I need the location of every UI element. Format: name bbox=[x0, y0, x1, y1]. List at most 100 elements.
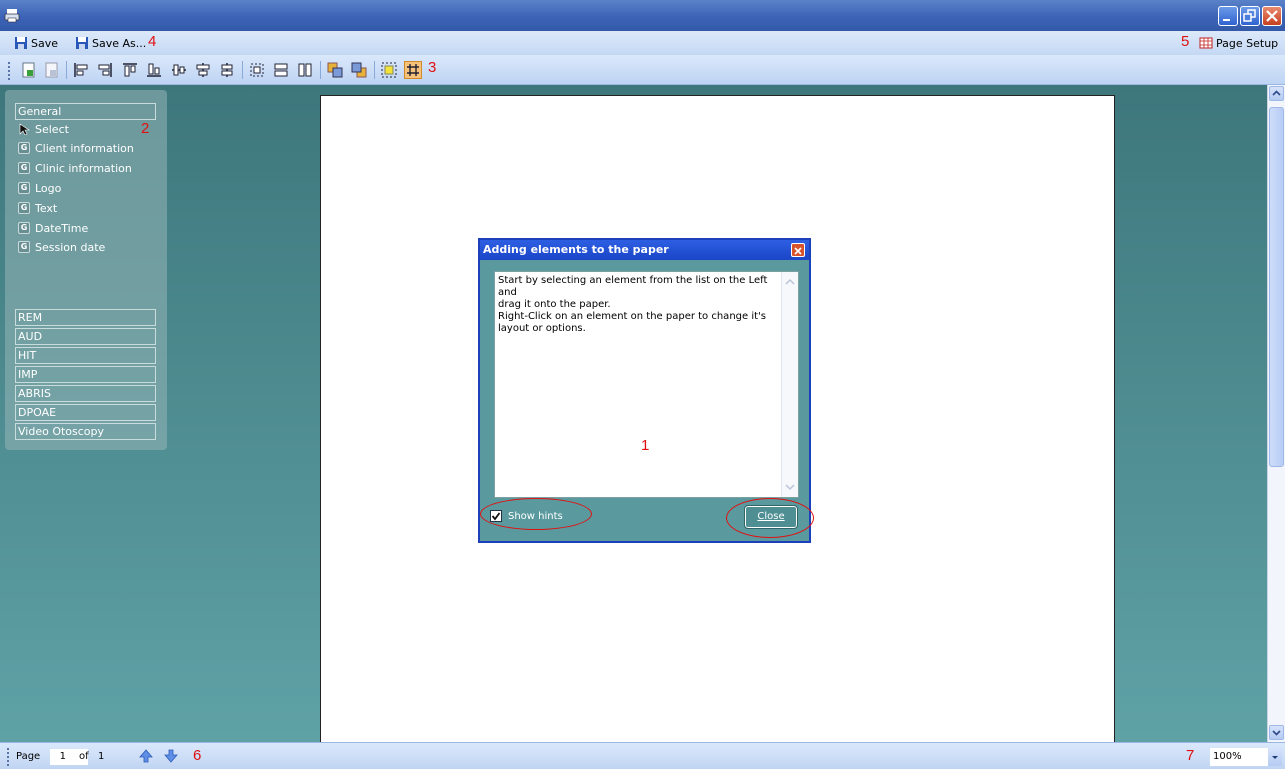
annotation-marker-4: 4 bbox=[148, 33, 157, 50]
align-middle-button[interactable] bbox=[170, 61, 188, 79]
close-window-button[interactable] bbox=[1262, 6, 1282, 26]
distribute-icon bbox=[221, 63, 233, 77]
palette-item-label: Text bbox=[35, 201, 58, 215]
same-height-button[interactable] bbox=[272, 61, 290, 79]
annotation-marker-1: 1 bbox=[641, 437, 650, 454]
send-to-back-button[interactable] bbox=[350, 61, 368, 79]
element-palette: General 2 Select G Client information G … bbox=[5, 90, 167, 450]
menu-bar: Save Save As... 4 5 Page Setup bbox=[0, 31, 1285, 55]
category-rem[interactable]: REM bbox=[15, 309, 156, 326]
category-hit[interactable]: HIT bbox=[15, 347, 156, 364]
annotation-marker-7: 7 bbox=[1186, 747, 1195, 764]
category-imp[interactable]: IMP bbox=[15, 366, 156, 383]
bring-to-front-button[interactable] bbox=[326, 61, 344, 79]
total-pages: 1 bbox=[98, 751, 105, 762]
previous-page-arrow-icon[interactable] bbox=[138, 748, 154, 764]
category-dpoae[interactable]: DPOAE bbox=[15, 404, 156, 421]
align-center-button[interactable] bbox=[194, 61, 212, 79]
save-as-button[interactable]: Save As... bbox=[75, 35, 146, 51]
palette-item-client-information[interactable]: G Client information bbox=[18, 140, 134, 156]
annotation-marker-3: 3 bbox=[428, 59, 437, 76]
statusbar-grip[interactable] bbox=[7, 748, 9, 766]
chevron-up-icon bbox=[785, 278, 795, 285]
align-middle-icon bbox=[172, 64, 186, 76]
toolbar-separator bbox=[242, 61, 243, 79]
chevron-down-icon bbox=[1272, 730, 1281, 736]
dialog-title: Adding elements to the paper bbox=[483, 243, 669, 256]
dialog-close-button[interactable] bbox=[791, 243, 805, 257]
category-general[interactable]: General bbox=[15, 103, 156, 120]
g-icon: G bbox=[18, 241, 30, 253]
palette-item-session-date[interactable]: G Session date bbox=[18, 239, 105, 255]
vertical-scrollbar[interactable] bbox=[1267, 85, 1285, 742]
chevron-up-icon bbox=[1272, 90, 1281, 96]
scroll-up-button[interactable] bbox=[1269, 86, 1284, 101]
palette-item-label: Client information bbox=[35, 141, 134, 155]
same-width-button[interactable] bbox=[296, 61, 314, 79]
align-bottom-button[interactable] bbox=[145, 61, 163, 79]
annotation-ellipse bbox=[726, 498, 814, 538]
hints-dialog: Adding elements to the paper Start by se… bbox=[478, 238, 814, 543]
distribute-button[interactable] bbox=[218, 61, 236, 79]
delete-page-button[interactable] bbox=[43, 61, 61, 79]
hint-line: Right-Click on an element on the paper t… bbox=[498, 311, 766, 322]
restore-icon bbox=[1243, 9, 1256, 22]
palette-item-datetime[interactable]: G DateTime bbox=[18, 220, 88, 236]
category-video-otoscopy[interactable]: Video Otoscopy bbox=[15, 423, 156, 440]
save-button[interactable]: Save bbox=[14, 35, 58, 51]
page-setup-label: Page Setup bbox=[1216, 36, 1279, 50]
status-bar: Page 1 of 1 6 7 100% bbox=[0, 742, 1285, 769]
g-icon: G bbox=[18, 162, 30, 174]
new-page-button[interactable] bbox=[20, 61, 38, 79]
hint-textarea[interactable]: Start by selecting an element from the l… bbox=[494, 271, 799, 498]
palette-item-logo[interactable]: G Logo bbox=[18, 180, 61, 196]
minimize-button[interactable] bbox=[1218, 6, 1238, 26]
align-top-button[interactable] bbox=[121, 61, 139, 79]
grid-icon bbox=[407, 64, 419, 76]
g-icon: G bbox=[18, 202, 30, 214]
floppy-disk-icon bbox=[76, 37, 88, 49]
palette-item-label: Logo bbox=[35, 181, 62, 195]
next-page-arrow-icon[interactable] bbox=[163, 748, 179, 764]
printer-icon bbox=[4, 9, 20, 23]
align-right-icon bbox=[98, 63, 112, 77]
page-setup-icon bbox=[1199, 37, 1213, 49]
palette-item-text[interactable]: G Text bbox=[18, 200, 57, 216]
annotation-marker-5: 5 bbox=[1181, 33, 1190, 50]
save-as-label: Save As... bbox=[92, 36, 147, 50]
toolbar-grip[interactable] bbox=[8, 62, 10, 80]
g-icon: G bbox=[18, 222, 30, 234]
of-label: of bbox=[79, 751, 89, 762]
dialog-title-bar[interactable]: Adding elements to the paper bbox=[480, 240, 809, 260]
zoom-dropdown-button[interactable] bbox=[1268, 748, 1282, 766]
category-aud[interactable]: AUD bbox=[15, 328, 156, 345]
same-size-button[interactable] bbox=[248, 61, 266, 79]
zoom-select[interactable]: 100% bbox=[1210, 748, 1282, 766]
restore-button[interactable] bbox=[1240, 6, 1260, 26]
close-icon bbox=[1266, 10, 1278, 22]
scroll-thumb[interactable] bbox=[1269, 107, 1284, 467]
hint-line: drag it onto the paper. bbox=[498, 299, 611, 310]
select-all-button[interactable] bbox=[380, 61, 398, 79]
hint-line: Start by selecting an element from the l… bbox=[498, 275, 768, 298]
align-right-button[interactable] bbox=[96, 61, 114, 79]
hint-line: layout or options. bbox=[498, 323, 586, 334]
hint-scrollbar[interactable] bbox=[781, 272, 798, 497]
page-setup-button[interactable]: Page Setup bbox=[1199, 35, 1278, 51]
toolbar-separator bbox=[320, 61, 321, 79]
palette-item-select[interactable]: Select bbox=[18, 121, 69, 137]
send-to-back-icon bbox=[351, 62, 367, 78]
scroll-down-button[interactable] bbox=[1269, 725, 1284, 740]
chevron-down-icon bbox=[785, 484, 795, 491]
toolbar-separator bbox=[374, 61, 375, 79]
same-height-icon bbox=[274, 63, 288, 77]
page-label: Page bbox=[16, 751, 41, 762]
align-left-icon bbox=[74, 63, 88, 77]
palette-item-clinic-information[interactable]: G Clinic information bbox=[18, 160, 132, 176]
arrow-cursor-icon bbox=[19, 123, 30, 135]
grid-toggle-button[interactable] bbox=[404, 61, 422, 79]
same-width-icon bbox=[298, 63, 312, 77]
same-size-icon bbox=[250, 63, 264, 77]
category-abris[interactable]: ABRIS bbox=[15, 385, 156, 402]
align-left-button[interactable] bbox=[72, 61, 90, 79]
